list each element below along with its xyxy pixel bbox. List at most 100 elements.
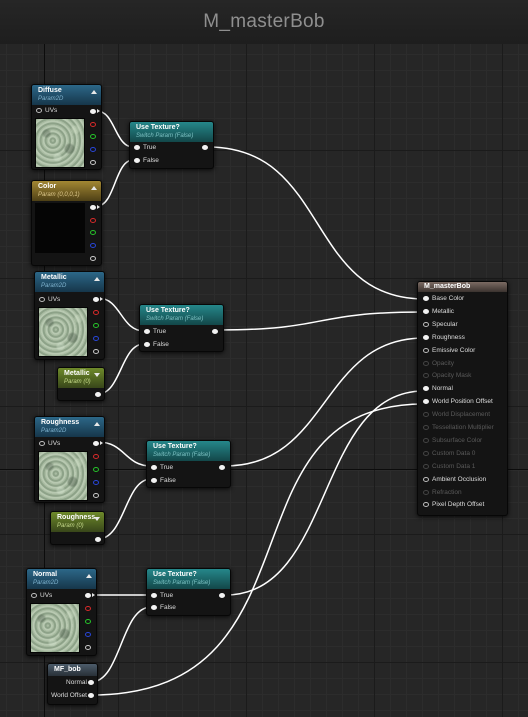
material-input-row[interactable]: Metallic (418, 308, 507, 318)
material-input-row[interactable]: Opacity (418, 360, 507, 370)
material-input-row[interactable]: Subsurface Color (418, 437, 507, 447)
node-metallic-param[interactable]: Metallic Param (0) (57, 367, 105, 401)
value-output-pin[interactable] (95, 537, 101, 542)
red-output-pin[interactable] (85, 606, 91, 611)
red-output-pin[interactable] (93, 310, 99, 315)
alpha-output-pin[interactable] (90, 256, 96, 261)
material-input-row[interactable]: Specular (418, 321, 507, 331)
expand-caret-icon[interactable] (94, 373, 100, 377)
material-input-row[interactable]: World Position Offset (418, 398, 507, 408)
green-output-pin[interactable] (85, 619, 91, 624)
material-input-pin[interactable] (423, 321, 429, 327)
uvs-input-pin[interactable] (39, 297, 45, 302)
green-output-pin[interactable] (90, 134, 96, 139)
material-input-pin[interactable] (423, 296, 429, 301)
collapse-caret-icon[interactable] (91, 90, 97, 94)
blue-output-pin[interactable] (85, 632, 91, 637)
node-normal-texture[interactable]: Normal Param2D UVs (26, 568, 97, 656)
node-header[interactable]: Metallic Param (0) (58, 368, 104, 388)
node-diffuse-texture[interactable]: Diffuse Param2D UVs (31, 84, 102, 170)
blue-output-pin[interactable] (93, 480, 99, 485)
material-input-pin[interactable] (423, 502, 429, 508)
node-color-param[interactable]: Color Param (0,0,0,1) (31, 180, 102, 266)
material-input-pin[interactable] (423, 334, 429, 340)
node-header[interactable]: Use Texture? Switch Param (False) (147, 569, 230, 589)
false-input-pin[interactable] (151, 605, 157, 610)
red-output-pin[interactable] (93, 454, 99, 459)
graph-canvas[interactable]: M_masterBob Diffuse Param2D UVs Color Pa… (0, 0, 528, 717)
true-input-pin[interactable] (151, 593, 157, 598)
collapse-caret-icon[interactable] (86, 574, 92, 578)
normal-output-pin[interactable] (88, 680, 94, 685)
alpha-output-pin[interactable] (90, 160, 96, 165)
blue-output-pin[interactable] (90, 147, 96, 152)
node-metallic-texture[interactable]: Metallic Param2D UVs (34, 271, 105, 360)
node-header[interactable]: M_masterBob (418, 282, 507, 292)
node-use-texture-switch-metallic[interactable]: Use Texture? Switch Param (False) True F… (139, 304, 224, 352)
world-offset-output-pin[interactable] (88, 693, 94, 698)
node-header[interactable]: MF_bob (48, 664, 97, 676)
switch-output-pin[interactable] (219, 593, 225, 598)
expand-caret-icon[interactable] (94, 517, 100, 521)
material-input-row[interactable]: Emissive Color (418, 347, 507, 357)
rgb-output-pin[interactable] (90, 205, 96, 210)
material-input-row[interactable]: Custom Data 0 (418, 450, 507, 460)
green-output-pin[interactable] (93, 323, 99, 328)
uvs-input-pin[interactable] (31, 593, 37, 598)
material-input-row[interactable]: Opacity Mask (418, 372, 507, 382)
node-roughness-param[interactable]: Roughness Param (0) (50, 511, 105, 545)
node-header[interactable]: Roughness Param2D (35, 417, 104, 437)
alpha-output-pin[interactable] (85, 645, 91, 650)
false-input-pin[interactable] (144, 342, 150, 347)
collapse-caret-icon[interactable] (91, 186, 97, 190)
material-input-row[interactable]: World Displacement (418, 411, 507, 421)
node-mf-bob-function[interactable]: MF_bob Normal World Offset (47, 663, 98, 705)
false-input-pin[interactable] (134, 158, 140, 163)
node-header[interactable]: Roughness Param (0) (51, 512, 104, 532)
node-header[interactable]: Use Texture? Switch Param (False) (147, 441, 230, 461)
rgb-output-pin[interactable] (93, 297, 99, 302)
node-use-texture-switch-basecolor[interactable]: Use Texture? Switch Param (False) True F… (129, 121, 214, 169)
node-use-texture-switch-normal[interactable]: Use Texture? Switch Param (False) True F… (146, 568, 231, 616)
red-output-pin[interactable] (90, 122, 96, 127)
node-header[interactable]: Use Texture? Switch Param (False) (130, 122, 213, 142)
true-input-pin[interactable] (144, 329, 150, 334)
alpha-output-pin[interactable] (93, 493, 99, 498)
rgb-output-pin[interactable] (93, 441, 99, 446)
material-input-pin[interactable] (423, 386, 429, 392)
false-input-pin[interactable] (151, 478, 157, 483)
material-input-row[interactable]: Roughness (418, 334, 507, 344)
blue-output-pin[interactable] (93, 336, 99, 341)
green-output-pin[interactable] (93, 467, 99, 472)
node-header[interactable]: Color Param (0,0,0,1) (32, 181, 101, 201)
blue-output-pin[interactable] (90, 243, 96, 248)
true-input-pin[interactable] (151, 465, 157, 470)
green-output-pin[interactable] (90, 230, 96, 235)
node-header[interactable]: Diffuse Param2D (32, 85, 101, 105)
material-input-row[interactable]: Custom Data 1 (418, 463, 507, 473)
material-input-pin[interactable] (423, 476, 429, 482)
switch-output-pin[interactable] (202, 145, 208, 150)
collapse-caret-icon[interactable] (94, 277, 100, 281)
material-input-pin[interactable] (423, 399, 429, 405)
uvs-input-pin[interactable] (36, 108, 42, 113)
node-header[interactable]: Normal Param2D (27, 569, 96, 589)
material-input-row[interactable]: Normal (418, 385, 507, 395)
node-header[interactable]: Use Texture? Switch Param (False) (140, 305, 223, 325)
collapse-caret-icon[interactable] (94, 422, 100, 426)
switch-output-pin[interactable] (212, 329, 218, 334)
material-input-pin[interactable] (423, 347, 429, 353)
alpha-output-pin[interactable] (93, 349, 99, 354)
true-input-pin[interactable] (134, 145, 140, 150)
node-use-texture-switch-roughness[interactable]: Use Texture? Switch Param (False) True F… (146, 440, 231, 488)
material-input-row[interactable]: Refraction (418, 489, 507, 499)
rgb-output-pin[interactable] (85, 593, 91, 598)
material-input-row[interactable]: Pixel Depth Offset (418, 501, 507, 511)
node-header[interactable]: Metallic Param2D (35, 272, 104, 292)
material-input-row[interactable]: Tessellation Multiplier (418, 424, 507, 434)
value-output-pin[interactable] (95, 392, 101, 397)
material-input-row[interactable]: Base Color (418, 295, 507, 305)
red-output-pin[interactable] (90, 218, 96, 223)
node-roughness-texture[interactable]: Roughness Param2D UVs (34, 416, 105, 503)
uvs-input-pin[interactable] (39, 441, 45, 446)
